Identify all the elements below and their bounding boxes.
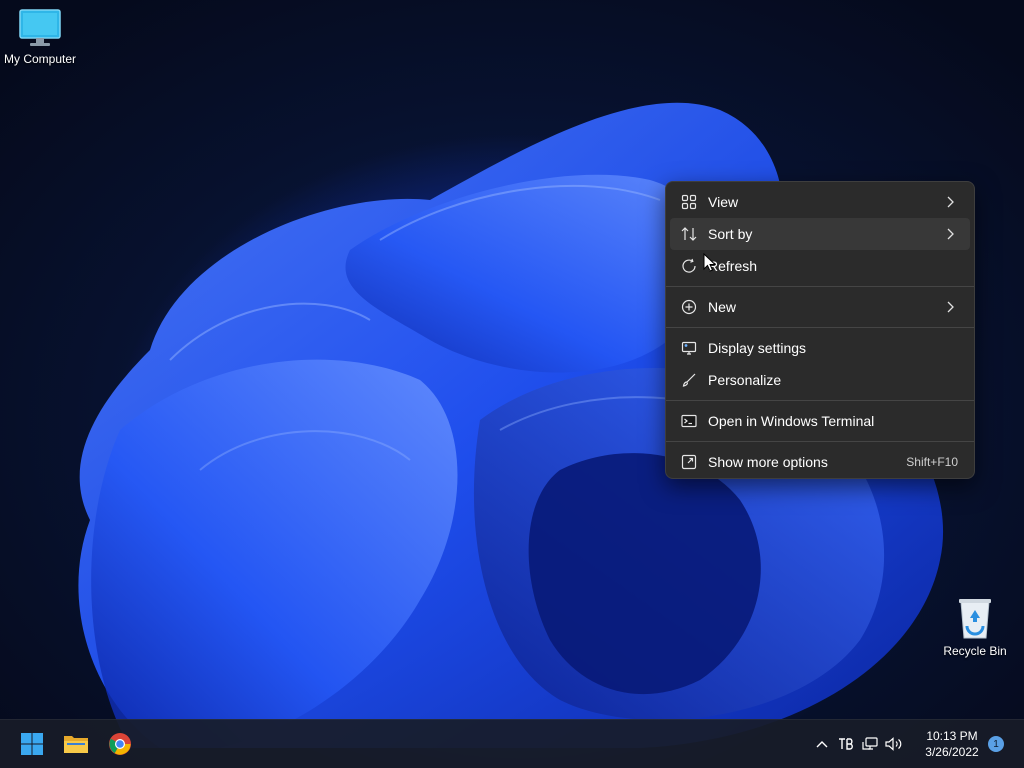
menu-separator [666,400,974,401]
menu-item-label: View [708,194,739,210]
desktop-icon-label: My Computer [3,52,77,66]
system-tray [810,720,906,768]
taskbar-file-explorer[interactable] [58,726,94,762]
taskbar: 10:13 PM 3/26/2022 [0,719,1024,768]
desktop[interactable]: My Computer Recycle Bin View Sort by Ref… [0,0,1024,768]
menu-item-display-settings[interactable]: Display settings [670,332,970,364]
input-indicator-icon[interactable] [834,720,858,768]
menu-item-label: New [708,299,737,315]
taskbar-chrome[interactable] [102,726,138,762]
menu-item-personalize[interactable]: Personalize [670,364,970,396]
menu-separator [666,441,974,442]
mouse-cursor-icon [703,253,717,272]
menu-item-label: Personalize [708,372,782,388]
network-icon[interactable] [858,720,882,768]
brush-icon [680,371,698,389]
volume-icon[interactable] [882,720,906,768]
folder-icon [64,736,88,753]
menu-item-label: Display settings [708,340,807,356]
menu-item-label: Sort by [708,226,753,242]
terminal-icon [680,412,698,430]
menu-item-show-more-options[interactable]: Show more options Shift+F10 [670,446,970,478]
menu-item-label: Refresh [708,258,758,274]
menu-item-label: Open in Windows Terminal [708,413,875,429]
plus-circle-icon [680,298,698,316]
chevron-right-icon [942,228,958,240]
menu-separator [666,286,974,287]
sort-icon [680,225,698,243]
desktop-context-menu: View Sort by Refresh New Display setting… [665,181,975,479]
desktop-icon-label: Recycle Bin [943,644,1007,658]
menu-separator [666,327,974,328]
display-settings-icon [680,339,698,357]
monitor-icon [19,9,61,46]
menu-item-open-terminal[interactable]: Open in Windows Terminal [670,405,970,437]
start-button[interactable] [14,726,50,762]
desktop-icon-recycle-bin[interactable]: Recycle Bin [935,596,1015,658]
grid-view-icon [680,193,698,211]
menu-item-shortcut: Shift+F10 [906,455,958,469]
chrome-icon [109,733,131,755]
notification-badge[interactable]: 1 [988,736,1004,752]
recycle-bin-icon [959,599,991,639]
taskbar-clock[interactable]: 10:13 PM 3/26/2022 [912,728,992,760]
chevron-up-icon[interactable] [810,720,834,768]
menu-item-label: Show more options [708,454,828,470]
clock-date: 3/26/2022 [925,745,979,759]
clock-time: 10:13 PM [926,729,978,743]
desktop-icon-my-computer[interactable]: My Computer [0,8,80,66]
more-options-icon [680,453,698,471]
menu-item-view[interactable]: View [670,186,970,218]
chevron-right-icon [942,301,958,313]
menu-item-new[interactable]: New [670,291,970,323]
windows-start-icon [21,733,43,755]
menu-item-sort-by[interactable]: Sort by [670,218,970,250]
refresh-icon [680,257,698,275]
chevron-right-icon [942,196,958,208]
